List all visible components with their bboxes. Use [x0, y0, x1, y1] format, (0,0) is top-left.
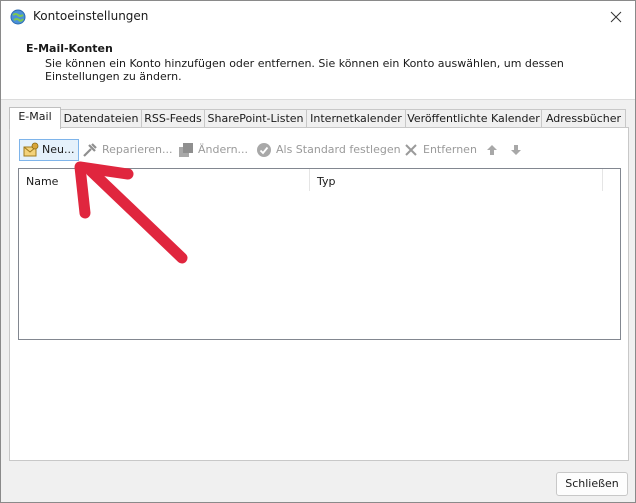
new-account-icon [23, 142, 39, 157]
tab-address-books[interactable]: Adressbücher [541, 109, 626, 127]
repair-button-label: Reparieren... [102, 143, 173, 156]
account-list[interactable]: Name Typ [18, 168, 621, 340]
new-button[interactable]: Neu... [19, 139, 79, 161]
checkmark-icon [257, 143, 271, 157]
title-bar: Kontoeinstellungen [1, 1, 635, 33]
column-header-type[interactable]: Typ [310, 169, 603, 191]
tab-rss-feeds[interactable]: RSS-Feeds [141, 109, 205, 127]
email-tab-panel: Neu... Reparieren... Ändern... Als Stand… [9, 127, 629, 461]
tab-email[interactable]: E-Mail [9, 107, 61, 129]
tab-sharepoint-lists[interactable]: SharePoint-Listen [204, 109, 307, 127]
repair-button[interactable]: Reparieren... [82, 139, 174, 161]
close-button[interactable]: Schließen [556, 472, 628, 496]
tab-data-files[interactable]: Datendateien [60, 109, 142, 127]
change-button[interactable]: Ändern... [178, 139, 250, 161]
tab-strip: E-Mail Datendateien RSS-Feeds SharePoint… [9, 107, 629, 129]
header-band: E-Mail-Konten Sie können ein Konto hinzu… [1, 33, 635, 100]
set-default-button-label: Als Standard festlegen [276, 143, 401, 156]
section-title: E-Mail-Konten [26, 42, 113, 55]
globe-icon [10, 9, 26, 25]
section-description: Sie können ein Konto hinzufügen oder ent… [45, 57, 564, 83]
remove-button[interactable]: Entfernen [403, 139, 477, 161]
tab-internet-calendars[interactable]: Internetkalender [306, 109, 406, 127]
move-down-icon[interactable] [510, 144, 522, 156]
column-header-name[interactable]: Name [19, 169, 310, 191]
window-title: Kontoeinstellungen [33, 9, 149, 23]
remove-icon [405, 144, 417, 156]
close-icon[interactable] [601, 3, 631, 31]
account-settings-dialog: Kontoeinstellungen E-Mail-Konten Sie kön… [0, 0, 636, 503]
set-default-button[interactable]: Als Standard festlegen [256, 139, 401, 161]
change-button-label: Ändern... [198, 143, 249, 156]
repair-icon [83, 143, 97, 157]
tab-published-calendars[interactable]: Veröffentlichte Kalender [405, 109, 542, 127]
remove-button-label: Entfernen [423, 143, 477, 156]
move-up-icon[interactable] [486, 144, 498, 156]
new-button-label: Neu... [42, 143, 75, 156]
change-icon [179, 143, 193, 157]
